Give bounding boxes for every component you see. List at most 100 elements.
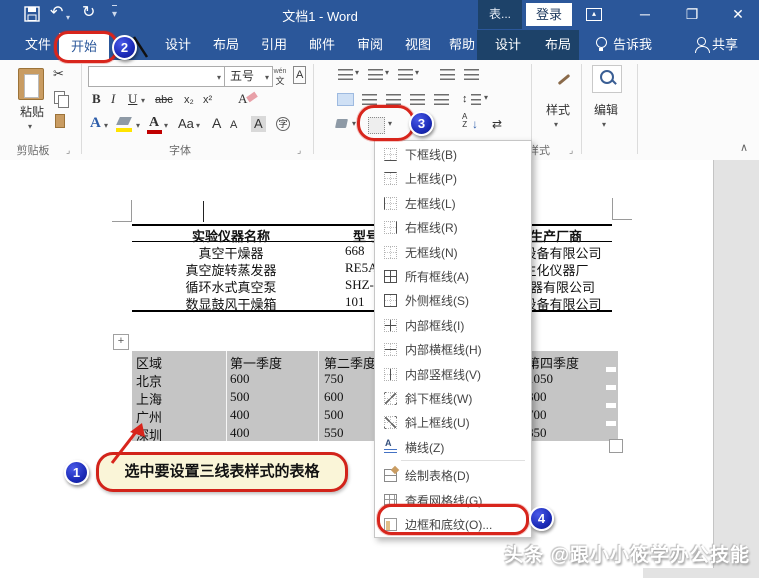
tab-3[interactable]: 邮件 bbox=[298, 30, 346, 60]
bullets-dropdown-icon[interactable]: ▾ bbox=[355, 68, 359, 77]
highlight-pen-icon[interactable] bbox=[116, 117, 132, 125]
copy-icon[interactable] bbox=[54, 91, 65, 104]
share-button[interactable]: 共享 bbox=[712, 30, 738, 60]
ribbon-display-options-icon[interactable]: ▴ bbox=[586, 8, 602, 21]
save-icon[interactable] bbox=[24, 6, 40, 22]
subscript-button[interactable]: x₂ bbox=[184, 92, 194, 108]
text-effects-dropdown-icon[interactable]: ▾ bbox=[104, 121, 108, 130]
text-effects-button[interactable]: A bbox=[90, 115, 101, 131]
character-shading-button[interactable]: A bbox=[251, 116, 266, 132]
menu-item-4[interactable]: 无框线(N) bbox=[375, 241, 531, 265]
tab-5[interactable]: 视图 bbox=[394, 30, 442, 60]
cut-icon[interactable]: ✂ bbox=[53, 66, 64, 82]
menu-item-3[interactable]: 右框线(R) bbox=[375, 216, 531, 240]
numbering-icon[interactable] bbox=[368, 69, 383, 80]
change-case-dropdown-icon[interactable]: ▾ bbox=[196, 121, 200, 130]
styles-dropdown-icon[interactable]: ▾ bbox=[554, 120, 558, 129]
redo-icon[interactable]: ↻ bbox=[82, 4, 95, 21]
table-cell[interactable]: RE5A bbox=[345, 260, 378, 276]
table-cell[interactable]: 广州 bbox=[136, 407, 162, 426]
table-cell[interactable]: 上海 bbox=[136, 389, 162, 408]
table-cell[interactable]: 第四季度 bbox=[527, 353, 579, 372]
paste-dropdown-icon[interactable]: ▾ bbox=[28, 122, 32, 131]
chevron-down-icon[interactable]: ▾ bbox=[217, 68, 221, 87]
justify-button[interactable] bbox=[410, 94, 425, 105]
distribute-button[interactable] bbox=[434, 94, 449, 105]
table-cell[interactable]: 550 bbox=[324, 425, 344, 441]
change-case-button[interactable]: Aa bbox=[178, 116, 194, 132]
menu-item-8[interactable]: 内部横框线(H) bbox=[375, 338, 531, 362]
superscript-button[interactable]: x² bbox=[203, 92, 212, 108]
maximize-button[interactable]: ❐ bbox=[675, 0, 709, 29]
table-cell[interactable]: 101 bbox=[345, 294, 365, 310]
table-cell[interactable]: 区域 bbox=[136, 353, 162, 372]
tab-6[interactable]: 帮助 bbox=[438, 30, 486, 60]
font-size-combo[interactable]: 五号▾ bbox=[224, 66, 273, 87]
decrease-indent-icon[interactable] bbox=[440, 69, 455, 80]
styles-button[interactable]: 样式 bbox=[536, 102, 580, 118]
menu-item-13[interactable]: 绘制表格(D) bbox=[375, 464, 531, 488]
clear-formatting-icon[interactable]: A bbox=[238, 91, 247, 107]
table-cell[interactable]: 400 bbox=[230, 425, 250, 441]
bold-button[interactable]: B bbox=[92, 91, 101, 107]
paste-icon[interactable] bbox=[18, 68, 44, 100]
table-cell[interactable]: 600 bbox=[324, 389, 344, 405]
table-cell[interactable]: 北京 bbox=[136, 371, 162, 390]
font-name-combo[interactable]: ▾ bbox=[88, 66, 225, 87]
shading-dropdown-icon[interactable]: ▾ bbox=[352, 119, 356, 128]
tab-1[interactable]: 布局 bbox=[202, 30, 250, 60]
table-resize-handle[interactable] bbox=[609, 439, 623, 453]
collapse-ribbon-icon[interactable]: ∧ bbox=[740, 140, 748, 156]
phonetic-guide-icon[interactable]: wén 文 bbox=[272, 65, 288, 85]
table-cell[interactable]: 500 bbox=[324, 407, 344, 423]
table-move-handle-icon[interactable]: + bbox=[113, 334, 129, 350]
table-cell[interactable]: 668 bbox=[345, 243, 365, 259]
clipboard-dialog-launcher-icon[interactable]: ⌟ bbox=[66, 145, 70, 156]
close-button[interactable]: ✕ bbox=[721, 0, 755, 29]
italic-button[interactable]: I bbox=[111, 91, 115, 107]
sort-icon[interactable]: AZ bbox=[462, 113, 467, 129]
multilevel-list-icon[interactable] bbox=[398, 69, 413, 80]
line-spacing-icon[interactable]: ↕ bbox=[462, 91, 468, 107]
bullets-icon[interactable] bbox=[338, 69, 353, 80]
shrink-font-button[interactable]: A bbox=[230, 117, 237, 133]
tab-2[interactable]: 引用 bbox=[250, 30, 298, 60]
menu-item-12[interactable]: 横线(Z) bbox=[375, 436, 531, 460]
character-border-icon[interactable]: A bbox=[293, 66, 306, 84]
align-right-button[interactable] bbox=[386, 94, 401, 105]
paste-button[interactable]: 粘贴 bbox=[14, 104, 50, 120]
customize-qat-icon[interactable]: ▾ bbox=[112, 5, 117, 23]
table-cell[interactable]: 第二季度 bbox=[324, 353, 376, 372]
shading-bucket-icon[interactable] bbox=[335, 119, 348, 128]
increase-indent-icon[interactable] bbox=[464, 69, 479, 80]
contextual-tab-1[interactable]: 布局 bbox=[534, 30, 582, 60]
format-painter-icon[interactable] bbox=[55, 114, 65, 128]
numbering-dropdown-icon[interactable]: ▾ bbox=[385, 68, 389, 77]
enclose-characters-button[interactable]: 字 bbox=[276, 117, 290, 131]
menu-item-0[interactable]: 下框线(B) bbox=[375, 143, 531, 167]
tab-4[interactable]: 审阅 bbox=[346, 30, 394, 60]
table-cell[interactable]: 深圳 bbox=[136, 425, 162, 444]
table-cell[interactable]: 750 bbox=[324, 371, 344, 387]
menu-item-10[interactable]: 斜下框线(W) bbox=[375, 387, 531, 411]
multilevel-dropdown-icon[interactable]: ▾ bbox=[415, 68, 419, 77]
tell-me[interactable]: 告诉我 bbox=[613, 30, 652, 60]
menu-item-7[interactable]: 内部框线(I) bbox=[375, 314, 531, 338]
menu-item-6[interactable]: 外侧框线(S) bbox=[375, 289, 531, 313]
highlight-dropdown-icon[interactable]: ▾ bbox=[136, 121, 140, 130]
menu-item-2[interactable]: 左框线(L) bbox=[375, 192, 531, 216]
align-left-button[interactable] bbox=[338, 94, 353, 105]
align-center-button[interactable] bbox=[362, 94, 377, 105]
contextual-tab-0[interactable]: 设计 bbox=[484, 30, 532, 60]
editing-button[interactable]: 编辑 bbox=[586, 102, 626, 118]
font-color-dropdown-icon[interactable]: ▾ bbox=[164, 121, 168, 130]
underline-button[interactable]: U bbox=[128, 91, 137, 107]
chevron-down-icon[interactable]: ▾ bbox=[265, 68, 269, 87]
editing-dropdown-icon[interactable]: ▾ bbox=[602, 120, 606, 129]
table-cell[interactable]: 600 bbox=[230, 371, 250, 387]
table-cell[interactable]: 400 bbox=[230, 407, 250, 423]
menu-item-1[interactable]: 上框线(P) bbox=[375, 167, 531, 191]
menu-item-9[interactable]: 内部竖框线(V) bbox=[375, 363, 531, 387]
underline-dropdown-icon[interactable]: ▾ bbox=[141, 96, 145, 105]
table-cell[interactable]: 第一季度 bbox=[230, 353, 282, 372]
